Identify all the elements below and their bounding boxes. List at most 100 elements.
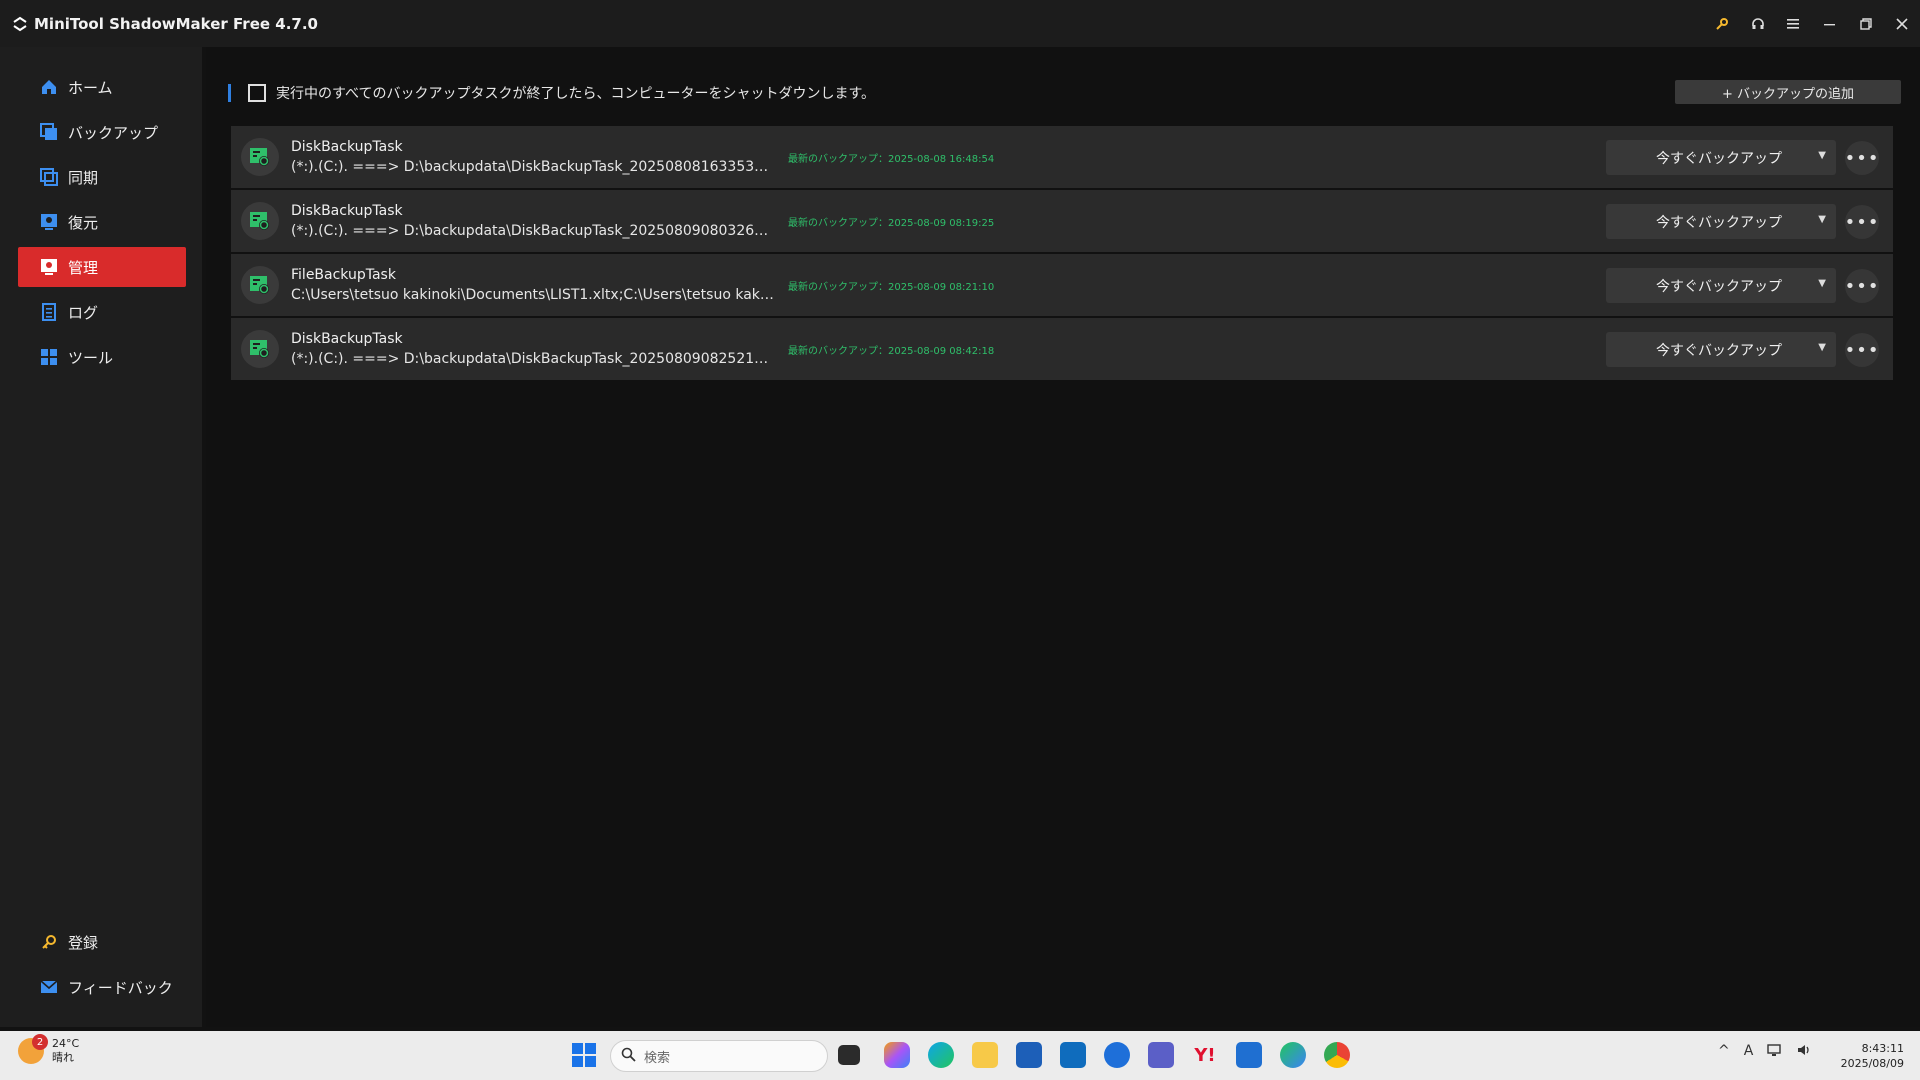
backup-now-label: 今すぐバックアップ bbox=[1656, 214, 1782, 231]
task-path: (*:).(C:). ===> D:\backupdata\DiskBackup… bbox=[291, 159, 776, 175]
home-icon bbox=[40, 78, 58, 96]
more-options-icon[interactable]: ••• bbox=[1845, 141, 1879, 175]
backup-task-icon bbox=[241, 330, 279, 368]
sidebar-item-label: ログ bbox=[68, 303, 99, 322]
outlook-icon[interactable] bbox=[1060, 1042, 1086, 1068]
search-placeholder: 検索 bbox=[644, 1050, 671, 1066]
windows-start-icon[interactable] bbox=[572, 1043, 596, 1067]
store-icon[interactable] bbox=[1016, 1042, 1042, 1068]
task-last-backup: 最新のバックアップ：2025-08-09 08:42:18 bbox=[788, 346, 995, 357]
app-blue-icon[interactable] bbox=[1104, 1042, 1130, 1068]
sidebar-item-tools[interactable]: ツール bbox=[18, 337, 186, 377]
edge-icon[interactable] bbox=[928, 1042, 954, 1068]
sidebar-item-log[interactable]: ログ bbox=[18, 292, 186, 332]
more-options-icon[interactable]: ••• bbox=[1845, 333, 1879, 367]
sidebar-item-home[interactable]: ホーム bbox=[18, 67, 186, 107]
key-icon bbox=[40, 933, 58, 951]
backup-now-button[interactable]: 今すぐバックアップ ▼ bbox=[1606, 332, 1836, 367]
ime-indicator[interactable]: A bbox=[1744, 1043, 1754, 1061]
weather-text: 24°C 晴れ bbox=[52, 1037, 79, 1065]
key-icon[interactable] bbox=[1704, 0, 1740, 47]
task-list: DiskBackupTask (*:).(C:). ===> D:\backup… bbox=[231, 126, 1893, 382]
task-path: C:\Users\tetsuo kakinoki\Documents\LIST1… bbox=[291, 287, 776, 303]
network-icon[interactable] bbox=[1767, 1043, 1783, 1061]
headphones-icon[interactable] bbox=[1740, 0, 1776, 47]
backup-now-button[interactable]: 今すぐバックアップ ▼ bbox=[1606, 204, 1836, 239]
task-path: (*:).(C:). ===> D:\backupdata\DiskBackup… bbox=[291, 351, 776, 367]
chevron-down-icon[interactable]: ▼ bbox=[1818, 342, 1826, 353]
taskbar-clock[interactable]: 8:43:11 2025/08/09 bbox=[1838, 1041, 1904, 1071]
sidebar-item-sync[interactable]: 同期 bbox=[18, 157, 186, 197]
more-options-icon[interactable]: ••• bbox=[1845, 269, 1879, 303]
accent-bar bbox=[228, 84, 231, 102]
teams-icon[interactable] bbox=[1148, 1042, 1174, 1068]
shutdown-option-bar: 実行中のすべてのバックアップタスクが終了したら、コンピューターをシャットダウンし… bbox=[228, 80, 1908, 106]
weather-widget[interactable]: 2 24°C 晴れ bbox=[18, 1034, 79, 1065]
clock-time: 8:43:11 bbox=[1861, 1042, 1904, 1055]
restore-icon[interactable] bbox=[1848, 0, 1884, 47]
sync-icon bbox=[40, 168, 58, 186]
shadowmaker-taskbar-icon[interactable] bbox=[1236, 1042, 1262, 1068]
sidebar-item-label: 同期 bbox=[68, 168, 99, 187]
close-icon[interactable] bbox=[1884, 0, 1920, 47]
title-bar: MiniTool ShadowMaker Free 4.7.0 bbox=[0, 0, 1920, 47]
task-row[interactable]: DiskBackupTask (*:).(C:). ===> D:\backup… bbox=[231, 126, 1893, 188]
more-options-icon[interactable]: ••• bbox=[1845, 205, 1879, 239]
chevron-down-icon[interactable]: ▼ bbox=[1818, 214, 1826, 225]
backup-now-button[interactable]: 今すぐバックアップ ▼ bbox=[1606, 140, 1836, 175]
app-title: MiniTool ShadowMaker Free 4.7.0 bbox=[34, 14, 318, 33]
task-row[interactable]: FileBackupTask C:\Users\tetsuo kakinoki\… bbox=[231, 254, 1893, 316]
file-explorer-icon[interactable] bbox=[972, 1042, 998, 1068]
task-name: DiskBackupTask bbox=[291, 331, 403, 347]
copilot-icon[interactable] bbox=[884, 1042, 910, 1068]
sidebar-item-label: フィードバック bbox=[68, 978, 173, 997]
maps-icon[interactable] bbox=[1280, 1042, 1306, 1068]
task-view-icon[interactable] bbox=[838, 1045, 860, 1065]
tools-icon bbox=[40, 348, 58, 366]
task-row[interactable]: DiskBackupTask (*:).(C:). ===> D:\backup… bbox=[231, 190, 1893, 252]
yahoo-icon[interactable]: Y! bbox=[1192, 1042, 1218, 1068]
backup-now-button[interactable]: 今すぐバックアップ ▼ bbox=[1606, 268, 1836, 303]
task-last-backup: 最新のバックアップ：2025-08-08 16:48:54 bbox=[788, 154, 995, 165]
sidebar-item-label: バックアップ bbox=[68, 123, 159, 142]
task-path: (*:).(C:). ===> D:\backupdata\DiskBackup… bbox=[291, 223, 776, 239]
sidebar-item-restore[interactable]: 復元 bbox=[18, 202, 186, 242]
sidebar-item-backup[interactable]: バックアップ bbox=[18, 112, 186, 152]
chrome-icon[interactable] bbox=[1324, 1042, 1350, 1068]
chevron-down-icon[interactable]: ▼ bbox=[1818, 150, 1826, 161]
volume-icon[interactable] bbox=[1797, 1043, 1813, 1061]
sidebar: ホーム バックアップ 同期 復元 管理 ログ ツール 登録 フィードバック bbox=[0, 47, 202, 1027]
task-row[interactable]: DiskBackupTask (*:).(C:). ===> D:\backup… bbox=[231, 318, 1893, 380]
chevron-up-icon[interactable]: ^ bbox=[1718, 1043, 1730, 1061]
chevron-down-icon[interactable]: ▼ bbox=[1818, 278, 1826, 289]
log-icon bbox=[40, 303, 58, 321]
sidebar-item-feedback[interactable]: フィードバック bbox=[18, 967, 186, 1007]
main-panel: 実行中のすべてのバックアップタスクが終了したら、コンピューターをシャットダウンし… bbox=[206, 47, 1920, 1027]
sidebar-item-label: ホーム bbox=[68, 78, 113, 97]
backup-task-icon bbox=[241, 202, 279, 240]
menu-icon[interactable] bbox=[1776, 0, 1812, 47]
backup-task-icon bbox=[241, 266, 279, 304]
sidebar-item-label: 管理 bbox=[68, 258, 99, 277]
restore-icon bbox=[40, 213, 58, 231]
shutdown-checkbox[interactable] bbox=[248, 84, 266, 102]
task-name: FileBackupTask bbox=[291, 267, 396, 283]
mail-icon bbox=[40, 978, 58, 996]
sidebar-item-label: 登録 bbox=[68, 933, 99, 952]
app-logo-icon bbox=[10, 14, 30, 34]
task-name: DiskBackupTask bbox=[291, 203, 403, 219]
sidebar-item-register[interactable]: 登録 bbox=[18, 922, 186, 962]
minimize-icon[interactable] bbox=[1812, 0, 1848, 47]
add-backup-button[interactable]: + バックアップの追加 bbox=[1675, 80, 1901, 104]
backup-task-icon bbox=[241, 138, 279, 176]
taskbar-search[interactable]: 検索 bbox=[610, 1040, 828, 1072]
sidebar-item-manage[interactable]: 管理 bbox=[18, 247, 186, 287]
sidebar-nav: ホーム バックアップ 同期 復元 管理 ログ ツール bbox=[18, 67, 186, 382]
backup-now-label: 今すぐバックアップ bbox=[1656, 342, 1782, 359]
manage-icon bbox=[40, 258, 58, 276]
weather-temp: 24°C bbox=[52, 1037, 80, 1050]
clock-date: 2025/08/09 bbox=[1840, 1057, 1904, 1070]
windows-taskbar: 2 24°C 晴れ 検索 Y! ^ A 8:43:11 2025/08/09 bbox=[0, 1031, 1920, 1080]
sidebar-item-label: 復元 bbox=[68, 213, 99, 232]
sun-icon: 2 bbox=[18, 1034, 48, 1064]
